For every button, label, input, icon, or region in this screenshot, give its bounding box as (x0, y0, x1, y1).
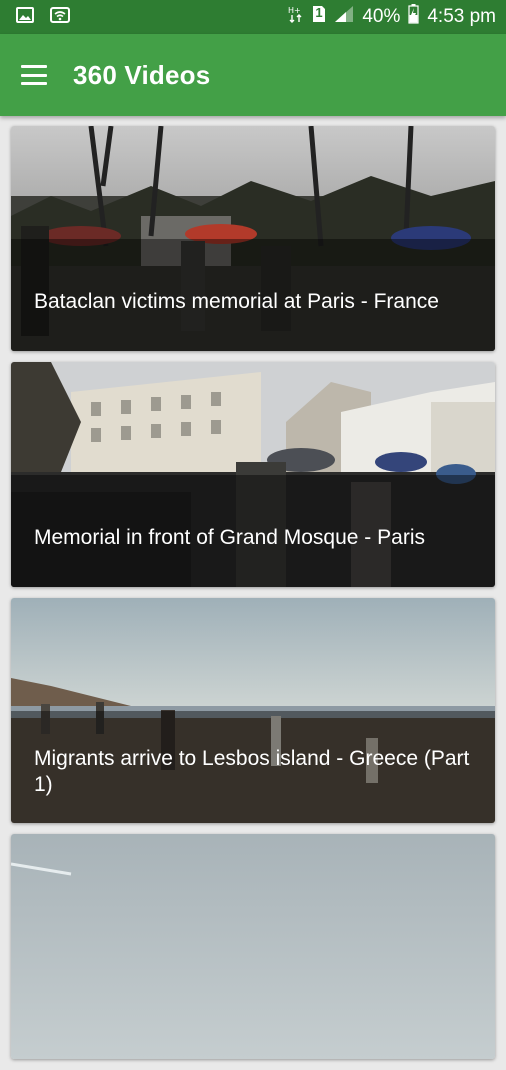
clock: 4:53 pm (427, 6, 496, 27)
video-card-grand-mosque[interactable]: Memorial in front of Grand Mosque - Pari… (11, 362, 495, 587)
video-card-partial[interactable] (11, 834, 495, 1059)
sim-label: 1 (315, 5, 323, 20)
video-title: Bataclan victims memorial at Paris - Fra… (34, 290, 439, 313)
battery-icon (408, 4, 419, 30)
hamburger-menu-icon[interactable] (21, 65, 47, 85)
network-type-icon: H+ (288, 5, 304, 29)
image-icon (16, 6, 34, 28)
status-bar: H+ 1 40% 4:53 pm (0, 0, 506, 34)
wifi-icon (50, 6, 70, 28)
app-bar: 360 Videos (0, 34, 506, 116)
video-card-bataclan[interactable]: Bataclan victims memorial at Paris - Fra… (11, 126, 495, 351)
video-title: Memorial in front of Grand Mosque - Pari… (34, 526, 425, 549)
video-list: Bataclan victims memorial at Paris - Fra… (11, 126, 495, 1070)
page-title: 360 Videos (73, 59, 211, 90)
video-title: Migrants arrive to Lesbos island - Greec… (34, 747, 470, 796)
signal-icon (334, 5, 354, 29)
battery-percent: 40% (362, 6, 401, 27)
video-card-lesbos[interactable]: Migrants arrive to Lesbos island - Greec… (11, 598, 495, 823)
video-thumbnail (11, 834, 495, 1059)
sim-icon: 1 (312, 5, 326, 29)
svg-text:H+: H+ (288, 6, 301, 15)
